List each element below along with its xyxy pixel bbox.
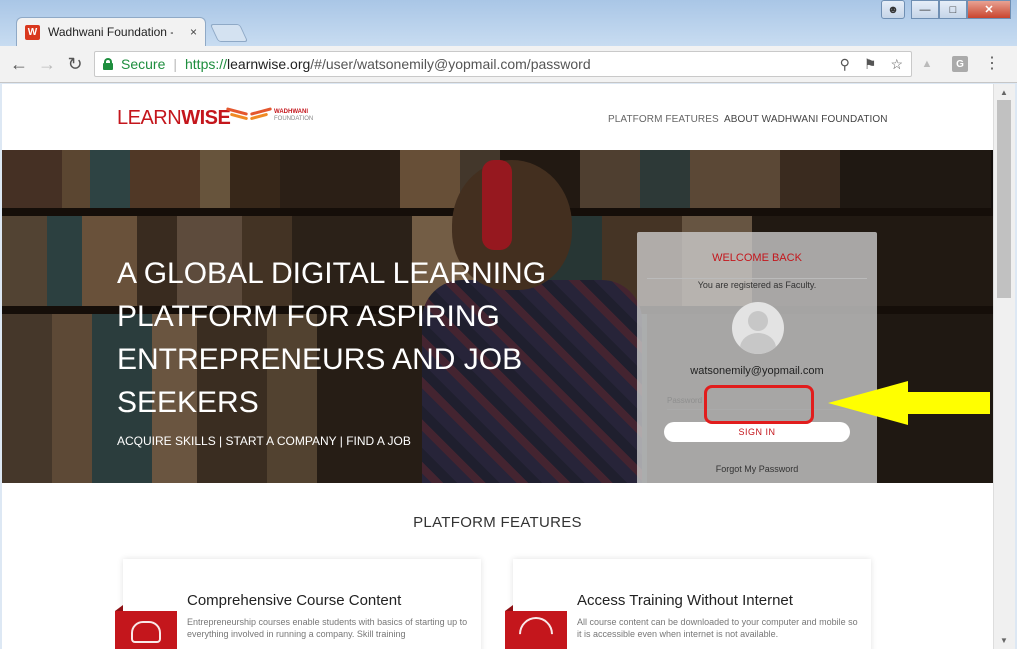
hero-subtitle: ACQUIRE SKILLS | START A COMPANY | FIND … bbox=[117, 434, 411, 448]
cloud-icon bbox=[115, 605, 177, 649]
secure-label: Secure bbox=[121, 56, 166, 72]
login-panel: WELCOME BACK You are registered as Facul… bbox=[637, 232, 877, 483]
scroll-down-icon[interactable]: ▼ bbox=[1000, 636, 1008, 645]
maximize-button[interactable]: □ bbox=[939, 0, 967, 19]
url-host: learnwise.org bbox=[227, 56, 311, 72]
window-controls: ☻ — □ ✕ bbox=[881, 0, 1011, 19]
new-tab-button[interactable] bbox=[209, 24, 249, 42]
feature-description: Entrepreneurship courses enable students… bbox=[187, 617, 468, 639]
logo-wadhwani-text: WADHWANI bbox=[274, 109, 308, 115]
feature-title: Access Training Without Internet bbox=[577, 592, 793, 609]
tab-title: Wadhwani Foundation - bbox=[48, 25, 173, 39]
url-protocol: https:// bbox=[185, 56, 228, 72]
wadhwani-favicon-icon: W bbox=[25, 24, 40, 40]
annotation-arrow-icon bbox=[828, 381, 990, 425]
lock-icon bbox=[103, 58, 113, 70]
close-window-button[interactable]: ✕ bbox=[967, 0, 1011, 19]
minimize-button[interactable]: — bbox=[911, 0, 939, 19]
browser-toolbar: ← → ↻ Secure | https:// learnwise.org /#… bbox=[0, 46, 1017, 83]
url-path: /#/user/watsonemily@yopmail.com/password bbox=[310, 56, 591, 72]
wadhwani-wings-icon bbox=[225, 107, 273, 124]
forward-arrow-icon[interactable]: → bbox=[36, 53, 58, 75]
scroll-thumb[interactable] bbox=[997, 100, 1011, 298]
learnwise-logo[interactable]: LEARNWISE bbox=[117, 107, 231, 130]
forgot-password-highlight-ring bbox=[704, 385, 814, 424]
registered-role-text: You are registered as Faculty. bbox=[697, 280, 817, 290]
page-viewport: LEARNWISE WADHWANI FOUNDATION PLATFORM F… bbox=[2, 84, 993, 649]
feature-description: All course content can be downloaded to … bbox=[577, 617, 858, 639]
browser-tab[interactable]: W Wadhwani Foundation - × bbox=[16, 17, 206, 46]
forgot-password-link[interactable]: Forgot My Password bbox=[637, 464, 877, 474]
browser-menu-icon[interactable]: ⋮ bbox=[984, 56, 1000, 72]
wadhwani-foundation-logo[interactable]: WADHWANI FOUNDATION bbox=[225, 107, 314, 124]
nav-about-wadhwani[interactable]: ABOUT WADHWANI FOUNDATION bbox=[724, 114, 888, 125]
reload-icon[interactable]: ↻ bbox=[64, 53, 86, 75]
scroll-up-icon[interactable]: ▲ bbox=[1000, 88, 1008, 97]
user-icon[interactable]: ☻ bbox=[881, 0, 905, 19]
tab-close-icon[interactable]: × bbox=[190, 25, 197, 39]
logo-learn-text: LEARN bbox=[117, 107, 182, 129]
pin-icon[interactable]: ⚑ bbox=[864, 56, 877, 73]
logo-foundation-text: FOUNDATION bbox=[274, 116, 314, 122]
logo-wise-text: WISE bbox=[181, 107, 231, 129]
nav-platform-features[interactable]: PLATFORM FEATURES bbox=[608, 114, 719, 125]
browser-titlebar: W Wadhwani Foundation - × ☻ — □ ✕ bbox=[0, 0, 1017, 46]
bookmark-star-icon[interactable]: ☆ bbox=[890, 56, 903, 73]
site-header: LEARNWISE WADHWANI FOUNDATION PLATFORM F… bbox=[2, 84, 993, 150]
user-avatar-icon bbox=[732, 302, 784, 354]
hero-title: A GLOBAL DIGITAL LEARNING PLATFORM FOR A… bbox=[117, 257, 547, 419]
feature-card-course-content: Comprehensive Course Content Entrepreneu… bbox=[115, 559, 481, 649]
zoom-icon[interactable]: ⚲ bbox=[840, 56, 850, 73]
user-email: watsonemily@yopmail.com bbox=[690, 365, 824, 377]
pdf-extension-icon[interactable]: ▲ bbox=[918, 56, 936, 72]
sign-in-button[interactable]: SIGN IN bbox=[664, 422, 850, 442]
hero-banner: A GLOBAL DIGITAL LEARNING PLATFORM FOR A… bbox=[2, 150, 993, 483]
g-extension-icon[interactable]: G bbox=[952, 56, 968, 72]
omnibox-separator: | bbox=[173, 56, 177, 72]
feature-title: Comprehensive Course Content bbox=[187, 592, 402, 609]
back-arrow-icon[interactable]: ← bbox=[8, 53, 30, 75]
login-divider bbox=[647, 278, 867, 279]
welcome-back-heading: WELCOME BACK bbox=[712, 252, 802, 264]
feature-card-offline-access: Access Training Without Internet All cou… bbox=[505, 559, 871, 649]
platform-features-heading: PLATFORM FEATURES bbox=[413, 514, 582, 531]
page-scrollbar[interactable]: ▲ ▼ bbox=[993, 84, 1015, 649]
wifi-off-icon bbox=[505, 605, 567, 649]
address-bar[interactable]: Secure | https:// learnwise.org /#/user/… bbox=[94, 51, 912, 77]
